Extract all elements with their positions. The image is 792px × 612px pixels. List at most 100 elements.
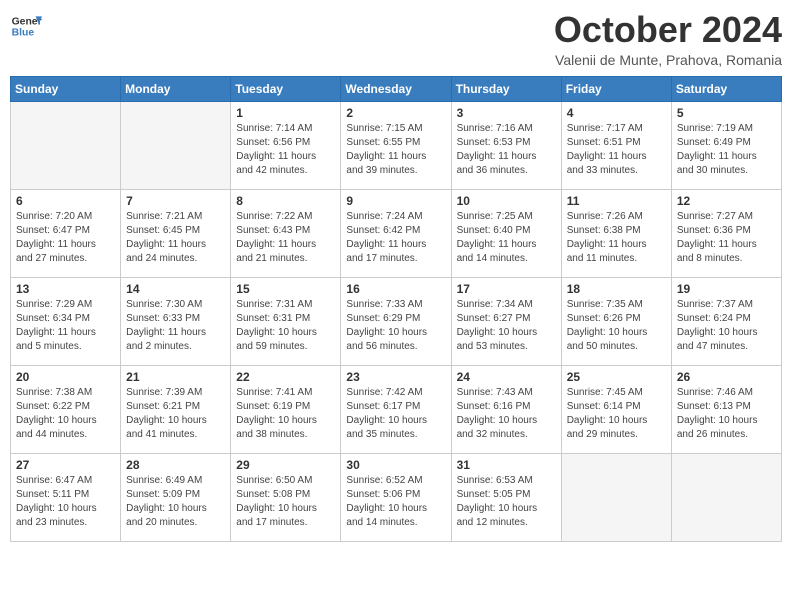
day-info: Sunrise: 7:22 AM Sunset: 6:43 PM Dayligh… [236, 210, 335, 266]
day-info: Sunrise: 7:39 AM Sunset: 6:21 PM Dayligh… [126, 386, 225, 442]
calendar-week-row: 6 Sunrise: 7:20 AM Sunset: 6:47 PM Daylig… [11, 189, 782, 277]
day-number: 3 [457, 106, 556, 120]
day-info: Sunrise: 7:19 AM Sunset: 6:49 PM Dayligh… [677, 122, 776, 178]
day-info: Sunrise: 7:16 AM Sunset: 6:53 PM Dayligh… [457, 122, 556, 178]
calendar-cell: 16 Sunrise: 7:33 AM Sunset: 6:29 PM Dayli… [341, 277, 451, 365]
day-info: Sunrise: 7:46 AM Sunset: 6:13 PM Dayligh… [677, 386, 776, 442]
day-number: 16 [346, 282, 445, 296]
day-number: 17 [457, 282, 556, 296]
calendar-cell: 22 Sunrise: 7:41 AM Sunset: 6:19 PM Dayli… [231, 365, 341, 453]
logo-icon: General Blue [10, 10, 42, 42]
calendar-cell: 21 Sunrise: 7:39 AM Sunset: 6:21 PM Dayli… [121, 365, 231, 453]
title-block: October 2024 Valenii de Munte, Prahova, … [554, 10, 782, 68]
day-info: Sunrise: 7:38 AM Sunset: 6:22 PM Dayligh… [16, 386, 115, 442]
calendar-cell: 20 Sunrise: 7:38 AM Sunset: 6:22 PM Dayli… [11, 365, 121, 453]
calendar-cell: 4Sunrise: 7:17 AM Sunset: 6:51 PM Daylig… [561, 101, 671, 189]
logo: General Blue [10, 10, 42, 42]
day-info: Sunrise: 7:42 AM Sunset: 6:17 PM Dayligh… [346, 386, 445, 442]
day-number: 23 [346, 370, 445, 384]
day-info: Sunrise: 7:41 AM Sunset: 6:19 PM Dayligh… [236, 386, 335, 442]
calendar-cell: 28 Sunrise: 6:49 AM Sunset: 5:09 PM Dayli… [121, 453, 231, 541]
weekday-header: Saturday [671, 76, 781, 101]
day-number: 11 [567, 194, 666, 208]
page-header: General Blue October 2024 Valenii de Mun… [10, 10, 782, 68]
calendar-cell: 27 Sunrise: 6:47 AM Sunset: 5:11 PM Dayli… [11, 453, 121, 541]
day-number: 4 [567, 106, 666, 120]
day-info: Sunrise: 7:45 AM Sunset: 6:14 PM Dayligh… [567, 386, 666, 442]
calendar-cell: 19 Sunrise: 7:37 AM Sunset: 6:24 PM Dayli… [671, 277, 781, 365]
day-info: Sunrise: 7:26 AM Sunset: 6:38 PM Dayligh… [567, 210, 666, 266]
day-info: Sunrise: 6:47 AM Sunset: 5:11 PM Dayligh… [16, 474, 115, 530]
day-info: Sunrise: 7:25 AM Sunset: 6:40 PM Dayligh… [457, 210, 556, 266]
calendar-cell: 18Sunrise: 7:35 AM Sunset: 6:26 PM Dayli… [561, 277, 671, 365]
calendar-cell: 7 Sunrise: 7:21 AM Sunset: 6:45 PM Daylig… [121, 189, 231, 277]
day-number: 9 [346, 194, 445, 208]
day-info: Sunrise: 7:21 AM Sunset: 6:45 PM Dayligh… [126, 210, 225, 266]
calendar-cell: 11 Sunrise: 7:26 AM Sunset: 6:38 PM Dayli… [561, 189, 671, 277]
weekday-header-row: SundayMondayTuesdayWednesdayThursdayFrid… [11, 76, 782, 101]
svg-text:Blue: Blue [12, 28, 35, 39]
calendar-cell: 24 Sunrise: 7:43 AM Sunset: 6:16 PM Dayli… [451, 365, 561, 453]
calendar-cell: 29 Sunrise: 6:50 AM Sunset: 5:08 PM Dayli… [231, 453, 341, 541]
day-number: 1 [236, 106, 335, 120]
calendar-cell: 17Sunrise: 7:34 AM Sunset: 6:27 PM Dayli… [451, 277, 561, 365]
calendar-cell: 12 Sunrise: 7:27 AM Sunset: 6:36 PM Dayli… [671, 189, 781, 277]
calendar-cell: 25 Sunrise: 7:45 AM Sunset: 6:14 PM Dayli… [561, 365, 671, 453]
day-info: Sunrise: 7:37 AM Sunset: 6:24 PM Dayligh… [677, 298, 776, 354]
calendar-cell: 3 Sunrise: 7:16 AM Sunset: 6:53 PM Daylig… [451, 101, 561, 189]
day-number: 29 [236, 458, 335, 472]
day-number: 12 [677, 194, 776, 208]
day-info: Sunrise: 7:33 AM Sunset: 6:29 PM Dayligh… [346, 298, 445, 354]
day-number: 28 [126, 458, 225, 472]
weekday-header: Thursday [451, 76, 561, 101]
day-info: Sunrise: 7:15 AM Sunset: 6:55 PM Dayligh… [346, 122, 445, 178]
day-info: Sunrise: 7:29 AM Sunset: 6:34 PM Dayligh… [16, 298, 115, 354]
day-number: 6 [16, 194, 115, 208]
day-number: 13 [16, 282, 115, 296]
location-subtitle: Valenii de Munte, Prahova, Romania [554, 52, 782, 68]
calendar-cell [121, 101, 231, 189]
calendar-week-row: 1 Sunrise: 7:14 AM Sunset: 6:56 PM Daylig… [11, 101, 782, 189]
day-number: 22 [236, 370, 335, 384]
day-number: 27 [16, 458, 115, 472]
calendar-week-row: 20 Sunrise: 7:38 AM Sunset: 6:22 PM Dayli… [11, 365, 782, 453]
day-info: Sunrise: 7:20 AM Sunset: 6:47 PM Dayligh… [16, 210, 115, 266]
calendar-cell: 6 Sunrise: 7:20 AM Sunset: 6:47 PM Daylig… [11, 189, 121, 277]
day-number: 20 [16, 370, 115, 384]
day-number: 24 [457, 370, 556, 384]
calendar-cell: 15Sunrise: 7:31 AM Sunset: 6:31 PM Dayli… [231, 277, 341, 365]
day-number: 31 [457, 458, 556, 472]
calendar-cell: 2Sunrise: 7:15 AM Sunset: 6:55 PM Daylig… [341, 101, 451, 189]
day-info: Sunrise: 6:50 AM Sunset: 5:08 PM Dayligh… [236, 474, 335, 530]
calendar-cell: 9Sunrise: 7:24 AM Sunset: 6:42 PM Daylig… [341, 189, 451, 277]
day-info: Sunrise: 7:14 AM Sunset: 6:56 PM Dayligh… [236, 122, 335, 178]
day-number: 7 [126, 194, 225, 208]
calendar-cell: 14 Sunrise: 7:30 AM Sunset: 6:33 PM Dayli… [121, 277, 231, 365]
calendar-cell [561, 453, 671, 541]
calendar-cell: 26Sunrise: 7:46 AM Sunset: 6:13 PM Dayli… [671, 365, 781, 453]
day-number: 14 [126, 282, 225, 296]
day-info: Sunrise: 7:30 AM Sunset: 6:33 PM Dayligh… [126, 298, 225, 354]
day-info: Sunrise: 7:43 AM Sunset: 6:16 PM Dayligh… [457, 386, 556, 442]
weekday-header: Monday [121, 76, 231, 101]
calendar-cell: 10 Sunrise: 7:25 AM Sunset: 6:40 PM Dayli… [451, 189, 561, 277]
calendar-week-row: 27 Sunrise: 6:47 AM Sunset: 5:11 PM Dayli… [11, 453, 782, 541]
calendar-cell: 23 Sunrise: 7:42 AM Sunset: 6:17 PM Dayli… [341, 365, 451, 453]
day-number: 15 [236, 282, 335, 296]
weekday-header: Sunday [11, 76, 121, 101]
day-info: Sunrise: 6:49 AM Sunset: 5:09 PM Dayligh… [126, 474, 225, 530]
day-number: 18 [567, 282, 666, 296]
day-number: 21 [126, 370, 225, 384]
day-info: Sunrise: 6:53 AM Sunset: 5:05 PM Dayligh… [457, 474, 556, 530]
calendar-cell: 31 Sunrise: 6:53 AM Sunset: 5:05 PM Dayli… [451, 453, 561, 541]
calendar-cell: 8Sunrise: 7:22 AM Sunset: 6:43 PM Daylig… [231, 189, 341, 277]
calendar-cell: 30Sunrise: 6:52 AM Sunset: 5:06 PM Dayli… [341, 453, 451, 541]
day-number: 10 [457, 194, 556, 208]
calendar-cell: 1 Sunrise: 7:14 AM Sunset: 6:56 PM Daylig… [231, 101, 341, 189]
weekday-header: Tuesday [231, 76, 341, 101]
weekday-header: Friday [561, 76, 671, 101]
day-number: 19 [677, 282, 776, 296]
day-info: Sunrise: 6:52 AM Sunset: 5:06 PM Dayligh… [346, 474, 445, 530]
day-info: Sunrise: 7:27 AM Sunset: 6:36 PM Dayligh… [677, 210, 776, 266]
day-number: 25 [567, 370, 666, 384]
